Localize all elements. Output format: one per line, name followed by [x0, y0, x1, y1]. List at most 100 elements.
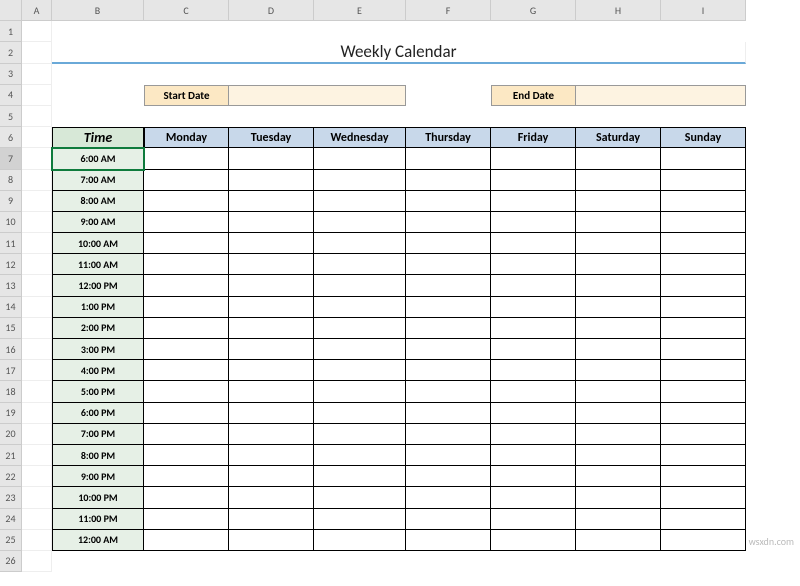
calendar-cell[interactable] — [406, 530, 491, 551]
cell-A3[interactable] — [22, 64, 52, 85]
cell-A12[interactable] — [22, 254, 52, 275]
calendar-cell[interactable] — [491, 212, 576, 233]
row-header-1[interactable]: 1 — [0, 21, 22, 42]
calendar-cell[interactable] — [144, 254, 229, 275]
calendar-cell[interactable] — [314, 466, 406, 487]
calendar-cell[interactable] — [491, 403, 576, 424]
calendar-cell[interactable] — [661, 212, 746, 233]
calendar-cell[interactable] — [144, 424, 229, 445]
calendar-cell[interactable] — [144, 297, 229, 318]
cell-A10[interactable] — [22, 212, 52, 233]
calendar-cell[interactable] — [491, 509, 576, 530]
row-header-12[interactable]: 12 — [0, 254, 22, 275]
calendar-cell[interactable] — [661, 254, 746, 275]
calendar-cell[interactable] — [661, 170, 746, 191]
calendar-cell[interactable] — [144, 233, 229, 254]
header-wednesday[interactable]: Wednesday — [314, 127, 406, 148]
row-header-23[interactable]: 23 — [0, 487, 22, 508]
calendar-cell[interactable] — [406, 275, 491, 296]
calendar-cell[interactable] — [406, 233, 491, 254]
calendar-cell[interactable] — [661, 403, 746, 424]
calendar-cell[interactable] — [576, 275, 661, 296]
calendar-cell[interactable] — [406, 509, 491, 530]
cell-A19[interactable] — [22, 403, 52, 424]
col-header-I[interactable]: I — [661, 0, 746, 21]
row-header-14[interactable]: 14 — [0, 297, 22, 318]
row-header-9[interactable]: 9 — [0, 191, 22, 212]
calendar-cell[interactable] — [576, 318, 661, 339]
calendar-cell[interactable] — [661, 381, 746, 402]
calendar-cell[interactable] — [491, 445, 576, 466]
header-friday[interactable]: Friday — [491, 127, 576, 148]
cell-A5[interactable] — [22, 106, 52, 127]
time-slot[interactable]: 6:00 AM — [52, 148, 144, 169]
calendar-cell[interactable] — [406, 212, 491, 233]
cell-A18[interactable] — [22, 381, 52, 402]
calendar-cell[interactable] — [661, 148, 746, 169]
calendar-cell[interactable] — [314, 509, 406, 530]
calendar-cell[interactable] — [406, 297, 491, 318]
calendar-cell[interactable] — [144, 445, 229, 466]
time-slot[interactable]: 7:00 AM — [52, 170, 144, 191]
calendar-cell[interactable] — [661, 191, 746, 212]
calendar-cell[interactable] — [491, 233, 576, 254]
calendar-cell[interactable] — [314, 530, 406, 551]
calendar-cell[interactable] — [314, 148, 406, 169]
calendar-cell[interactable] — [406, 381, 491, 402]
row-header-25[interactable]: 25 — [0, 530, 22, 551]
calendar-cell[interactable] — [661, 466, 746, 487]
col-header-D[interactable]: D — [229, 0, 314, 21]
cell-A23[interactable] — [22, 487, 52, 508]
calendar-cell[interactable] — [229, 318, 314, 339]
calendar-cell[interactable] — [229, 424, 314, 445]
cell-A4[interactable] — [22, 85, 52, 106]
calendar-cell[interactable] — [491, 170, 576, 191]
calendar-cell[interactable] — [406, 339, 491, 360]
start-date-input[interactable] — [229, 85, 406, 106]
row-header-18[interactable]: 18 — [0, 381, 22, 402]
col-header-G[interactable]: G — [491, 0, 576, 21]
calendar-cell[interactable] — [314, 381, 406, 402]
cell-A16[interactable] — [22, 339, 52, 360]
calendar-cell[interactable] — [229, 403, 314, 424]
cell-A15[interactable] — [22, 318, 52, 339]
calendar-cell[interactable] — [491, 254, 576, 275]
row-header-15[interactable]: 15 — [0, 318, 22, 339]
time-slot[interactable]: 11:00 AM — [52, 254, 144, 275]
cell-A11[interactable] — [22, 233, 52, 254]
calendar-cell[interactable] — [314, 403, 406, 424]
calendar-cell[interactable] — [576, 233, 661, 254]
calendar-cell[interactable] — [576, 170, 661, 191]
row-header-24[interactable]: 24 — [0, 509, 22, 530]
row-header-13[interactable]: 13 — [0, 275, 22, 296]
row-header-2[interactable]: 2 — [0, 42, 22, 63]
time-slot[interactable]: 12:00 PM — [52, 275, 144, 296]
calendar-cell[interactable] — [576, 509, 661, 530]
col-header-E[interactable]: E — [314, 0, 406, 21]
calendar-cell[interactable] — [314, 339, 406, 360]
calendar-cell[interactable] — [491, 424, 576, 445]
col-header-C[interactable]: C — [144, 0, 229, 21]
cell-A8[interactable] — [22, 170, 52, 191]
cell-A26[interactable] — [22, 551, 52, 572]
calendar-cell[interactable] — [576, 403, 661, 424]
calendar-cell[interactable] — [229, 339, 314, 360]
calendar-cell[interactable] — [314, 275, 406, 296]
calendar-cell[interactable] — [576, 381, 661, 402]
cell-A9[interactable] — [22, 191, 52, 212]
calendar-cell[interactable] — [406, 403, 491, 424]
row-header-11[interactable]: 11 — [0, 233, 22, 254]
time-slot[interactable]: 12:00 AM — [52, 530, 144, 551]
calendar-cell[interactable] — [314, 233, 406, 254]
calendar-cell[interactable] — [576, 445, 661, 466]
time-slot[interactable]: 6:00 PM — [52, 403, 144, 424]
time-slot[interactable]: 9:00 AM — [52, 212, 144, 233]
calendar-cell[interactable] — [576, 254, 661, 275]
calendar-cell[interactable] — [144, 212, 229, 233]
calendar-cell[interactable] — [491, 360, 576, 381]
cell-A13[interactable] — [22, 275, 52, 296]
calendar-cell[interactable] — [314, 360, 406, 381]
row-header-22[interactable]: 22 — [0, 466, 22, 487]
calendar-cell[interactable] — [661, 339, 746, 360]
calendar-cell[interactable] — [229, 487, 314, 508]
